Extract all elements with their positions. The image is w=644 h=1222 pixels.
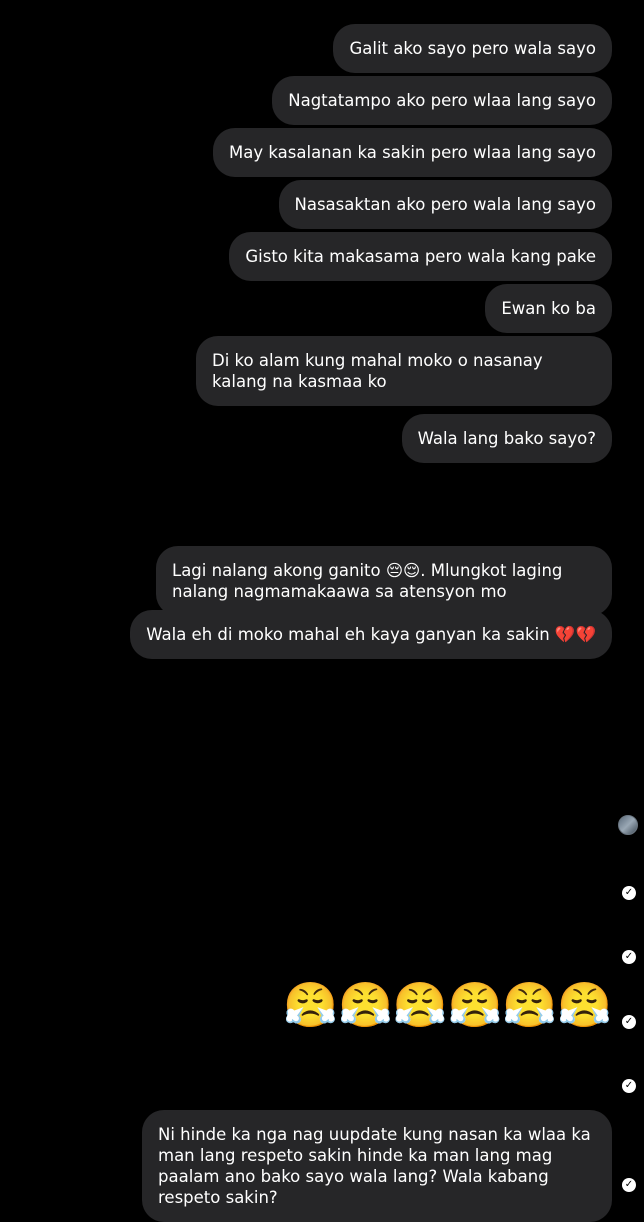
emoji-message[interactable]: 😭😭😭😭😭😭 [304, 914, 612, 966]
check-circle-icon: ✓ [622, 1178, 636, 1192]
message-bubble[interactable]: Lagi nalang akong ganito 😔😌. Mlungkot la… [156, 546, 612, 616]
emoji-message[interactable]: 😔😔😔😔😞😞 [337, 852, 612, 904]
message-bubble[interactable]: Di ko alam kung mahal moko o nasanay kal… [196, 336, 612, 406]
message-bubble[interactable]: Wala eh di moko mahal eh kaya ganyan ka … [130, 610, 612, 659]
message-bubble[interactable]: Nagtatampo ako pero wlaa lang sayo [272, 76, 612, 125]
emoji-message[interactable]: 😭😭😭😭 [406, 676, 612, 728]
emoji-message[interactable]: 😥😥 [520, 1044, 612, 1096]
contact-avatar [618, 815, 638, 835]
check-circle-icon: ✓ [622, 1015, 636, 1029]
check-circle-icon: ✓ [622, 886, 636, 900]
check-circle-icon: ✓ [622, 950, 636, 964]
message-bubble[interactable]: Wala lang bako sayo? [401, 414, 612, 463]
emoji-message[interactable]: 😤😤😤😤😤😤 [283, 980, 612, 1032]
message-bubble[interactable]: Galit ako sayo pero wala sayo [333, 24, 612, 73]
chat-thread: Galit ako sayo pero wala sayo Nagtatampo… [0, 0, 644, 1222]
emoji-message[interactable]: 😔😔😔 [474, 480, 612, 532]
message-bubble[interactable]: May kasalanan ka sakin pero wlaa lang sa… [213, 128, 612, 177]
check-circle-icon: ✓ [622, 1079, 636, 1093]
message-bubble[interactable]: Nasasaktan ako pero wala lang sayo [278, 180, 612, 229]
message-bubble[interactable]: Gisto kita makasama pero wala kang pake [229, 232, 612, 281]
message-bubble[interactable]: Ni hinde ka nga nag uupdate kung nasan k… [142, 1110, 612, 1222]
message-bubble[interactable]: Ewan ko ba [485, 284, 612, 333]
emoji-message[interactable]: 😭😭😭😭😭😭😭😭😿😿😿😿😿 [140, 738, 620, 842]
